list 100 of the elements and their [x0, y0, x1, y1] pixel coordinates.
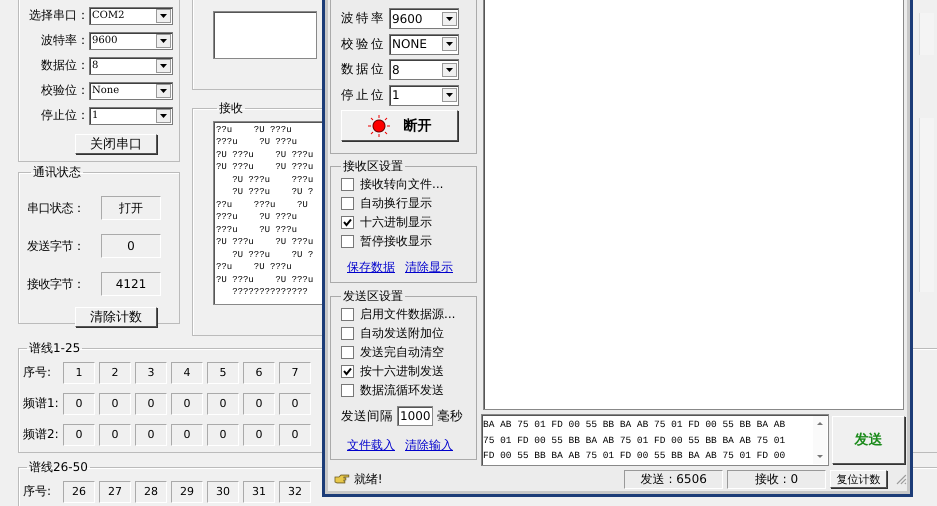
clear-count-button[interactable]: 清除计数	[75, 307, 157, 327]
checkbox[interactable]	[341, 216, 354, 228]
dropdown[interactable]: COM2	[89, 6, 173, 24]
value-cell: 30	[207, 480, 239, 502]
disconnect-button[interactable]: 断开	[341, 110, 458, 141]
field-label: 发送字节：	[27, 238, 86, 254]
row-label: 序号:	[23, 483, 52, 500]
send-text-area[interactable]: BA AB 75 01 FD 00 55 BB BA AB 75 01 FD 00 55 BB BA AB 75 01 FD 00 55 BB BA AB 75 01 FD 00 55 BB BA AB 75 01 FD 00 55 BB BA AB 75 01 FD 00 55 BB BA AB 75 01 FD 00	[481, 414, 829, 466]
field-label: 接收字节：	[27, 276, 86, 292]
field-label: 选择串口：	[28, 7, 89, 24]
link[interactable]: 保存数据	[347, 259, 395, 276]
caret-icon	[160, 38, 167, 42]
checkbox-label[interactable]: 数据流循环发送	[360, 382, 444, 398]
dropdown[interactable]: 8	[389, 59, 459, 80]
value-cell: 0	[135, 424, 167, 446]
value-cell: 2	[99, 362, 131, 384]
checkbox-label[interactable]: 暂停接收显示	[360, 232, 432, 250]
checkbox[interactable]	[341, 364, 354, 378]
caret-icon	[160, 14, 167, 18]
field-label: 数据位	[341, 61, 387, 78]
value-cell: 32	[279, 480, 311, 502]
status-value: 4121	[101, 272, 161, 296]
receive-line: ??u ???u ?U	[216, 198, 309, 211]
group-title: 谱线26-50	[28, 459, 89, 476]
value-cell: 31	[243, 480, 275, 502]
value-cell: 28	[135, 480, 167, 502]
dropdown[interactable]: 9600	[389, 8, 459, 30]
field-label: 波特率：	[40, 32, 89, 49]
checkbox[interactable]	[341, 384, 354, 396]
pointing-hand-icon	[334, 473, 350, 485]
dropdown[interactable]: 8	[89, 56, 173, 74]
value-cell: 0	[171, 392, 203, 414]
value-cell: 0	[63, 392, 95, 414]
field-label: 数据位：	[40, 57, 89, 74]
link[interactable]: 文件载入	[347, 437, 395, 454]
send-button[interactable]: 发送	[832, 416, 905, 464]
checkbox-label[interactable]: 自动发送附加位	[360, 324, 444, 342]
resize-grip-icon	[895, 473, 907, 485]
checkbox-label[interactable]: 自动换行显示	[360, 194, 432, 212]
link[interactable]: 清除显示	[405, 259, 453, 276]
receive-line: ?U ???u ?U ???u	[216, 274, 314, 286]
checkbox-label[interactable]: 按十六进制发送	[360, 362, 444, 380]
close-port-button[interactable]: 关闭串口	[75, 134, 157, 154]
unit-label: 毫秒	[437, 408, 463, 424]
link[interactable]: 清除输入	[405, 437, 453, 454]
value-cell: 0	[279, 424, 311, 446]
dropdown[interactable]: 1	[389, 84, 459, 106]
field-label: 校验位	[341, 36, 387, 53]
value-cell: 5	[207, 362, 239, 384]
caret-icon	[160, 88, 167, 92]
status-value: 打开	[101, 196, 161, 220]
value-cell: 3	[135, 362, 167, 384]
dropdown[interactable]: None	[89, 82, 173, 100]
dropdown[interactable]: NONE	[389, 34, 459, 55]
group-title: 通讯状态	[32, 164, 82, 181]
value-cell: 26	[63, 480, 95, 502]
checkbox[interactable]	[341, 196, 354, 210]
row-label: 频谱1:	[23, 395, 59, 412]
value-cell: 1	[63, 362, 95, 384]
status-message: 就绪!	[354, 470, 384, 488]
value-cell: 0	[207, 392, 239, 414]
value-cell: 0	[243, 424, 275, 446]
dropdown[interactable]: 9600	[89, 32, 173, 50]
send-line: FD 00 55 BB BA AB 75 01 FD 00 55 BB BA AB 75 01 FD 00	[483, 449, 786, 463]
value-cell: 0	[63, 424, 95, 446]
checkbox[interactable]	[341, 326, 354, 340]
value-cell: 0	[171, 424, 203, 446]
checkbox-label[interactable]: 接收转向文件...	[360, 176, 444, 192]
group-title: 谱线1-25	[28, 340, 82, 357]
field-label: 发送间隔	[341, 408, 393, 424]
caret-icon	[160, 64, 167, 68]
checkbox[interactable]	[341, 178, 354, 190]
receive-line: ??u ?U ???u	[216, 261, 293, 274]
checkbox[interactable]	[341, 346, 354, 358]
receive-line: ??????????????	[231, 286, 309, 298]
value-cell: 0	[207, 424, 239, 446]
field-label: 停止位：	[40, 107, 89, 124]
checkbox-label[interactable]: 十六进制显示	[360, 214, 432, 230]
value-cell: 0	[99, 392, 131, 414]
text-area[interactable]	[213, 11, 317, 59]
interval-field[interactable]: 1000	[397, 406, 433, 426]
receive-line: ?U ???u ?U ???u	[216, 236, 314, 248]
value-cell: 27	[99, 480, 131, 502]
checkbox-label[interactable]: 发送完自动清空	[360, 344, 444, 360]
sent-count: 发送 : 6506	[624, 470, 724, 488]
checkbox-label[interactable]: 启用文件数据源...	[360, 306, 456, 322]
value-cell: 0	[135, 392, 167, 414]
field-label: 停止位	[341, 86, 387, 104]
receive-text-area[interactable]: ??u ?U ???u ???u ?U ???u ?U ???u ?U ???u ?U ???u ?U ???u ?U ???u ???u ?U ???u ?U ? ??u ???u ?U ???u ?U ???u ???u ?U ???u ?U ???u ?U ???u ?U ???u ?U ? ??u ?U ???u ?U ???u ?U ???u ??????????????	[213, 120, 325, 304]
dropdown[interactable]: 1	[89, 106, 173, 124]
checkbox[interactable]	[341, 308, 354, 320]
caret-icon	[446, 16, 453, 21]
send-line: BA AB 75 01 FD 00 55 BB BA AB 75 01 FD 00 55 BB BA AB	[483, 418, 786, 432]
value-cell: 0	[99, 424, 131, 446]
caret-icon	[446, 68, 453, 72]
group-title: 接收	[218, 100, 244, 116]
group-title: 发送区设置	[342, 288, 404, 305]
status-value: 0	[101, 234, 161, 258]
checkbox[interactable]	[341, 234, 354, 248]
reset-count-button[interactable]: 复位计数	[830, 470, 888, 488]
